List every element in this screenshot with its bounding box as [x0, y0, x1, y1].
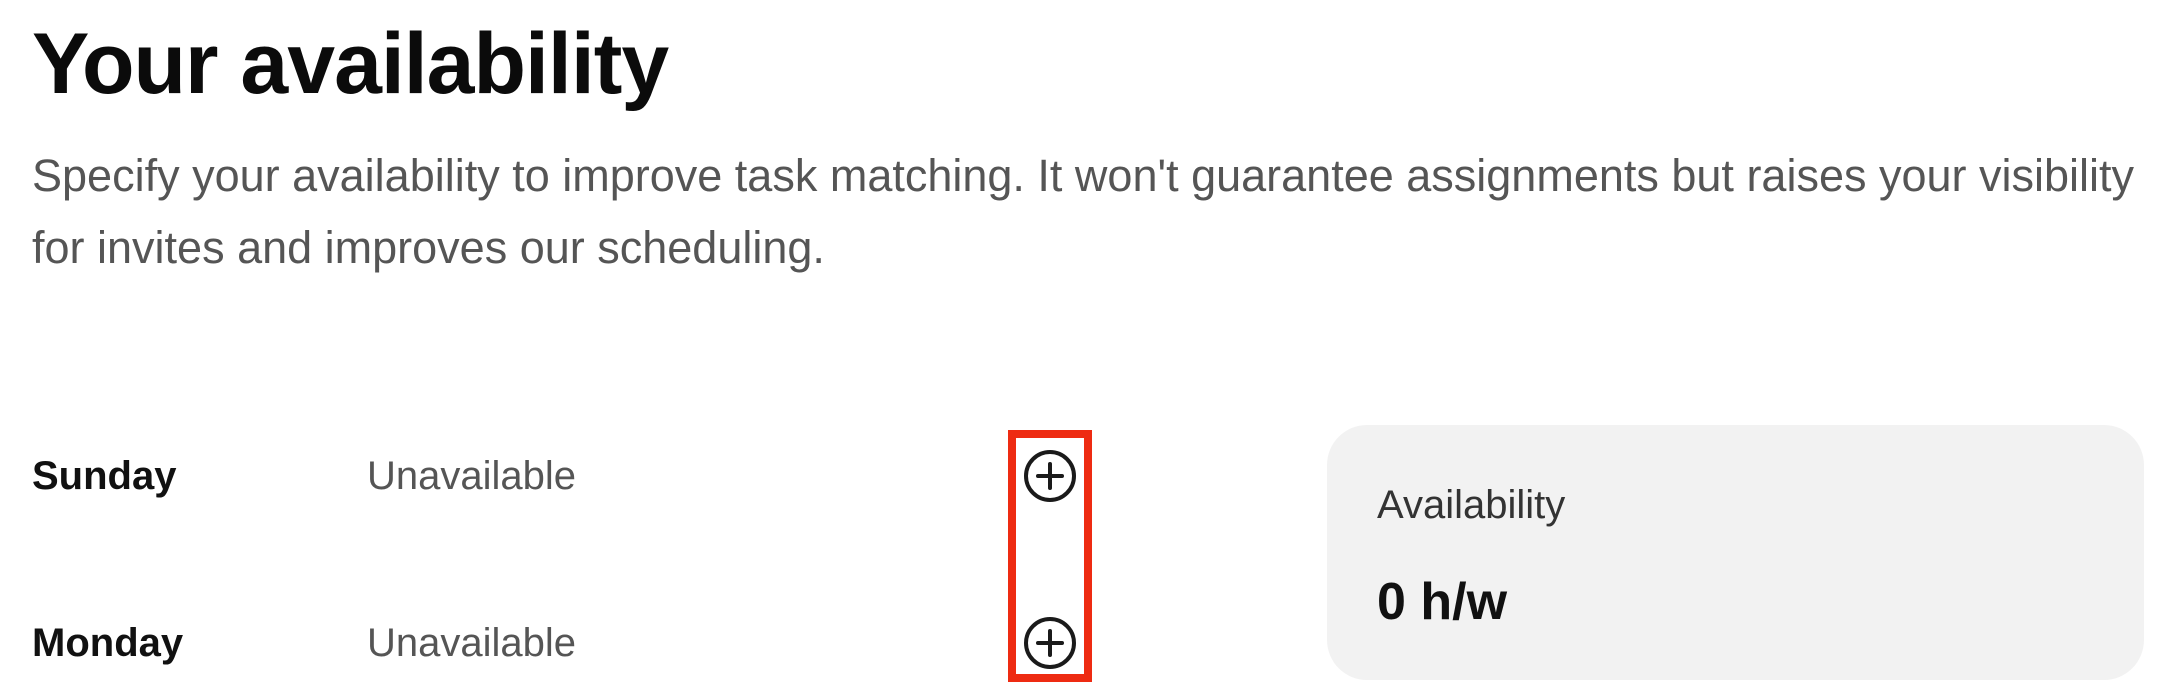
- day-name: Sunday: [32, 454, 177, 498]
- add-sunday-availability-button[interactable]: [1022, 448, 1078, 504]
- page-description: Specify your availability to improve tas…: [32, 150, 2135, 273]
- availability-summary-card: Availability 0 h/w: [1327, 425, 2144, 680]
- summary-label: Availability: [1377, 483, 1566, 527]
- plus-circle-icon: [1024, 450, 1076, 502]
- page-title: Your availability: [32, 16, 669, 112]
- day-row-sunday: Sunday Unavailable: [0, 436, 1200, 516]
- day-name: Monday: [32, 621, 184, 665]
- add-monday-availability-button[interactable]: [1022, 615, 1078, 671]
- day-status: Unavailable: [367, 621, 577, 665]
- day-status: Unavailable: [367, 454, 577, 498]
- summary-hours-value: 0 h/w: [1377, 573, 1508, 631]
- plus-circle-icon: [1024, 617, 1076, 669]
- day-row-monday: Monday Unavailable: [0, 603, 1200, 683]
